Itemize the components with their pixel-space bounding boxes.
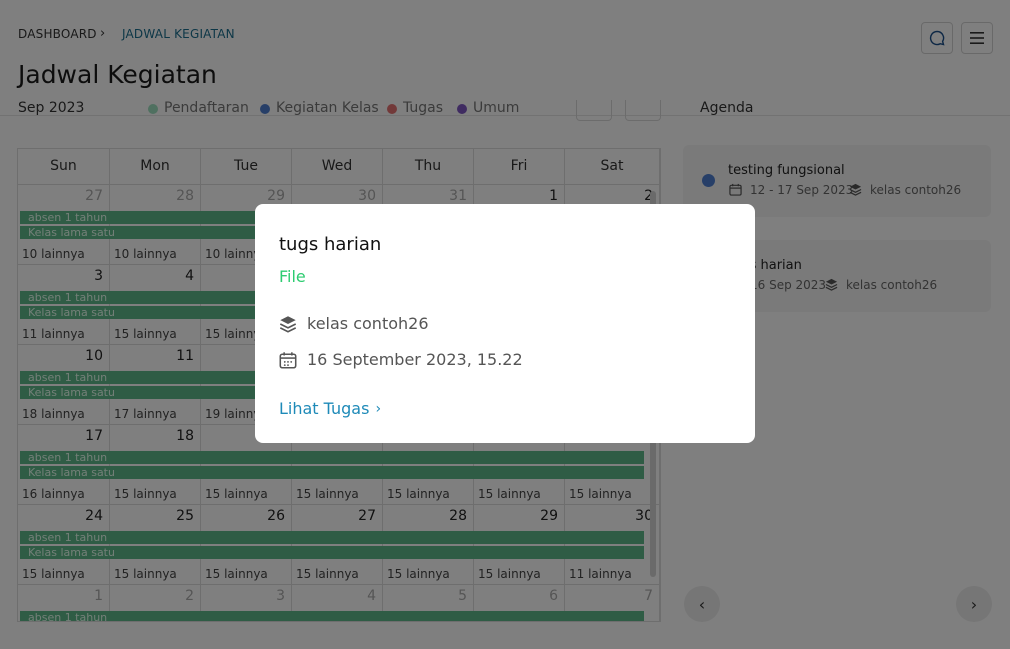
event-detail-modal: tugs harian File kelas contoh26 16 Septe… xyxy=(255,204,755,443)
modal-datetime: 16 September 2023, 15.22 xyxy=(307,350,523,369)
view-task-link[interactable]: Lihat Tugas › xyxy=(279,399,381,418)
modal-class: kelas contoh26 xyxy=(307,314,429,333)
calendar-icon xyxy=(279,351,297,368)
view-task-label: Lihat Tugas xyxy=(279,399,370,418)
modal-title: tugs harian xyxy=(279,234,382,255)
modal-type: File xyxy=(279,267,306,286)
modal-datetime-row: 16 September 2023, 15.22 xyxy=(279,350,523,369)
modal-class-row: kelas contoh26 xyxy=(279,314,429,333)
chevron-right-icon: › xyxy=(375,400,382,417)
layers-icon xyxy=(279,315,297,333)
